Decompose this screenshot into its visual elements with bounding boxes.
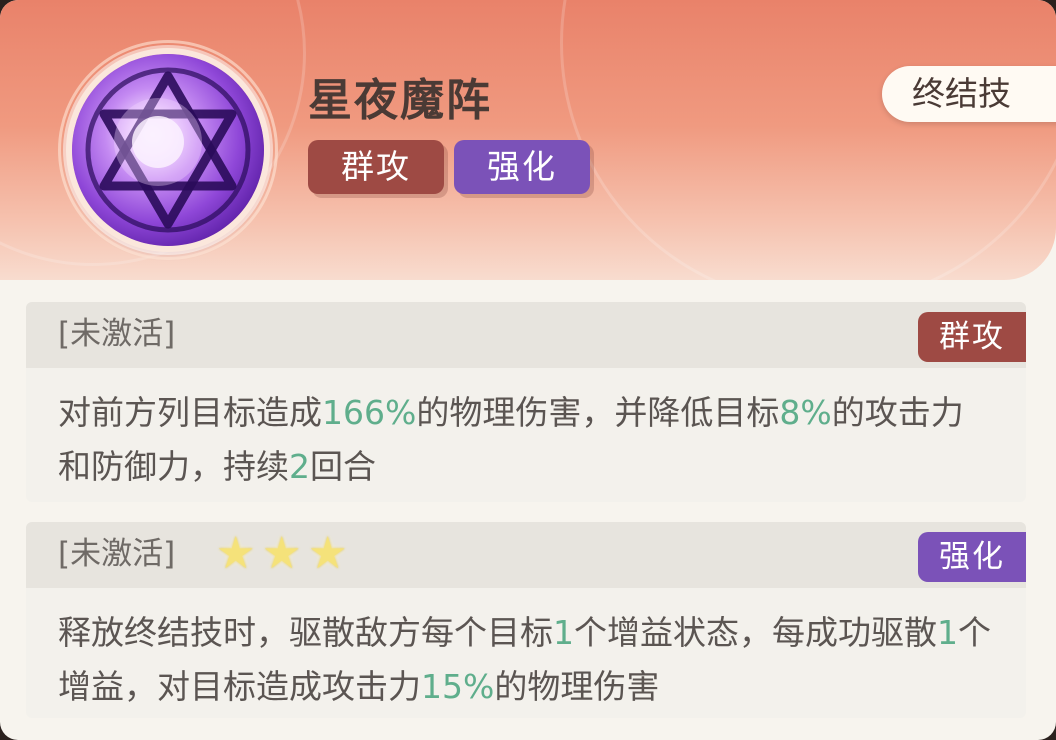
effect-description: 释放终结技时，驱散敌方每个目标1个增益状态，每成功驱散1个增益，对目标造成攻击力… [26,588,1026,714]
effect-value: 15% [421,667,495,706]
effect-status: [未激活] [58,316,176,352]
effect-text: 回合 [310,447,376,486]
tag-enhance: 强化 [454,140,590,194]
effect-description: 对前方列目标造成166%的物理伤害，并降低目标8%的攻击力和防御力，持续2回合 [26,368,1026,494]
header-decoration [560,0,1056,280]
effect-tag-enhance: 强化 [918,532,1026,582]
effect-text: 的物理伤害，并降低目标 [416,393,780,432]
effect-value: 2 [289,447,310,486]
skill-name: 星夜魔阵 [308,75,492,126]
effect-block-aoe: [未激活] 群攻 对前方列目标造成166%的物理伤害，并降低目标8%的攻击力和防… [26,302,1026,502]
effect-header: [未激活] 群攻 [26,302,1026,368]
star-icon: ★ [216,528,256,579]
effect-value: 166% [322,393,417,432]
effect-tag-aoe: 群攻 [918,312,1026,362]
effect-text: 的物理伤害 [494,667,660,706]
tag-aoe: 群攻 [308,140,444,194]
effect-header: [未激活] ★ ★ ★ 强化 [26,522,1026,588]
effect-status: [未激活] [58,536,176,572]
effect-value: 1 [553,613,574,652]
ultimate-badge: 终结技 [882,66,1056,122]
effect-text: 释放终结技时，驱散敌方每个目标 [58,613,553,652]
effect-value: 8% [779,393,832,432]
effect-block-enhance: [未激活] ★ ★ ★ 强化 释放终结技时，驱散敌方每个目标1个增益状态，每成功驱散… [26,522,1026,718]
effect-text: 对前方列目标造成 [58,393,322,432]
effect-value: 1 [937,613,958,652]
hexagram-orb-icon [72,54,264,246]
star-rating: ★ ★ ★ [216,532,354,578]
skill-card: 星夜魔阵 群攻 强化 终结技 [未激活] 群攻 对前方列目标造成166%的物理伤… [0,0,1056,740]
star-icon: ★ [262,528,302,579]
star-icon: ★ [308,528,348,579]
effect-text: 个增益状态，每成功驱散 [574,613,937,652]
